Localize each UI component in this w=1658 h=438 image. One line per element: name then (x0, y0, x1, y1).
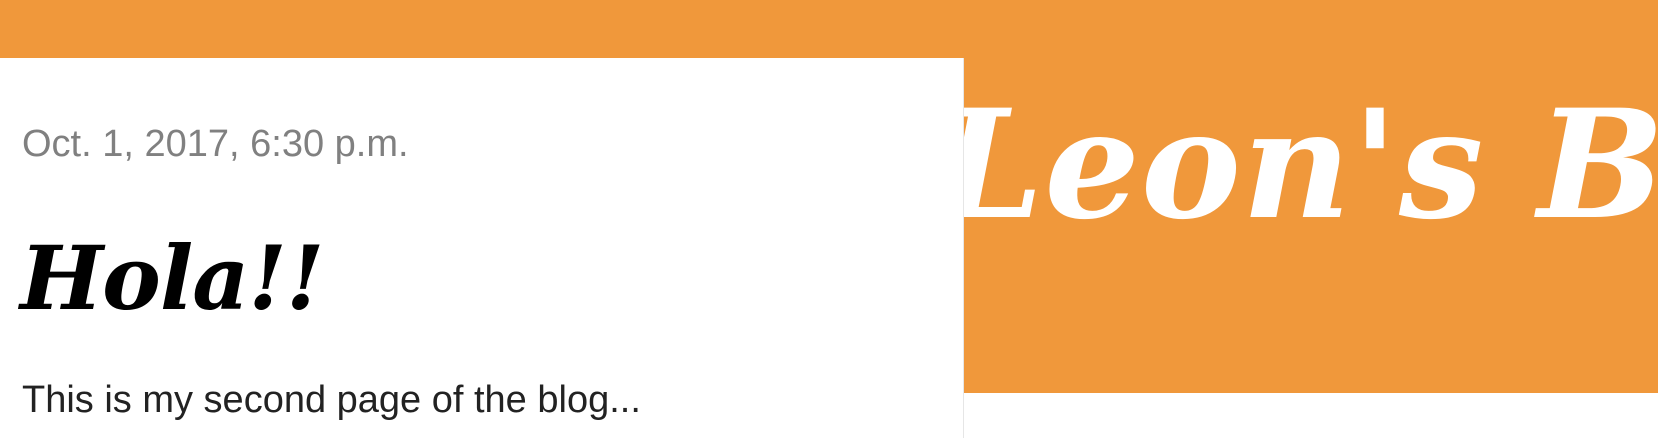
top-bar (0, 0, 964, 58)
banner-bottom-strip (964, 393, 1658, 438)
post-body: This is my second page of the blog... (22, 379, 641, 421)
post-title[interactable]: Hola!! (20, 230, 325, 326)
blog-banner: Leon's Blog (964, 0, 1658, 393)
blog-banner-title[interactable]: Leon's Blog (964, 60, 1658, 270)
post-panel: Oct. 1, 2017, 6:30 p.m. Hola!! This is m… (0, 58, 964, 438)
post-date: Oct. 1, 2017, 6:30 p.m. (22, 123, 409, 165)
